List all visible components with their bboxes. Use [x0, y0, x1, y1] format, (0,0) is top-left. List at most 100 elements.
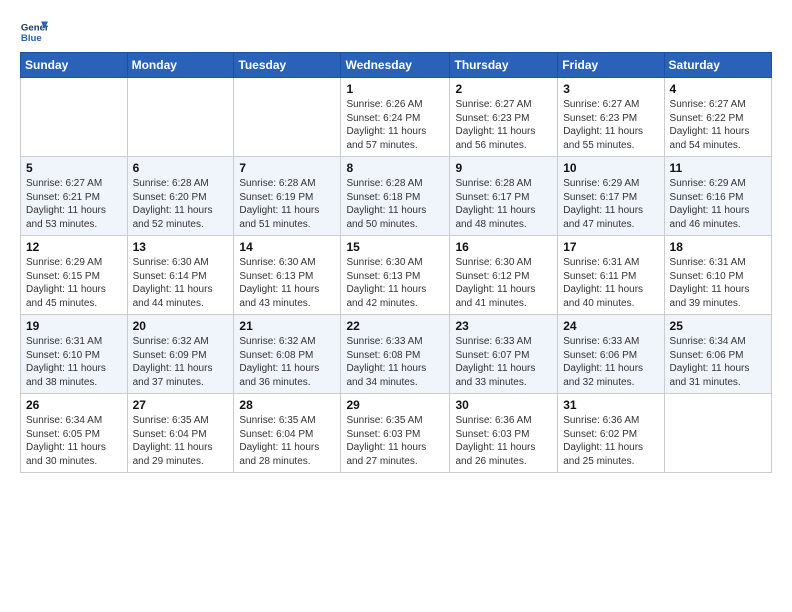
day-number: 10	[563, 161, 658, 175]
calendar-week-1: 1 Sunrise: 6:26 AM Sunset: 6:24 PM Daylig…	[21, 78, 772, 157]
day-number: 25	[670, 319, 766, 333]
day-number: 8	[346, 161, 444, 175]
calendar-cell: 7 Sunrise: 6:28 AM Sunset: 6:19 PM Daylig…	[234, 157, 341, 236]
calendar-cell: 11 Sunrise: 6:29 AM Sunset: 6:16 PM Dayli…	[664, 157, 771, 236]
calendar-cell: 30 Sunrise: 6:36 AM Sunset: 6:03 PM Dayli…	[450, 394, 558, 473]
day-number: 7	[239, 161, 335, 175]
day-number: 1	[346, 82, 444, 96]
calendar-cell: 6 Sunrise: 6:28 AM Sunset: 6:20 PM Daylig…	[127, 157, 234, 236]
page-container: General Blue SundayMondayTuesdayWednesda…	[0, 0, 792, 483]
day-info: Sunrise: 6:29 AM Sunset: 6:16 PM Dayligh…	[670, 177, 766, 231]
day-info: Sunrise: 6:27 AM Sunset: 6:23 PM Dayligh…	[563, 98, 658, 152]
calendar-week-2: 5 Sunrise: 6:27 AM Sunset: 6:21 PM Daylig…	[21, 157, 772, 236]
calendar-cell: 22 Sunrise: 6:33 AM Sunset: 6:08 PM Dayli…	[341, 315, 450, 394]
weekday-header-sunday: Sunday	[21, 53, 128, 78]
day-number: 11	[670, 161, 766, 175]
day-info: Sunrise: 6:33 AM Sunset: 6:07 PM Dayligh…	[455, 335, 552, 389]
calendar-cell	[664, 394, 771, 473]
calendar-cell: 24 Sunrise: 6:33 AM Sunset: 6:06 PM Dayli…	[558, 315, 664, 394]
calendar-cell: 18 Sunrise: 6:31 AM Sunset: 6:10 PM Dayli…	[664, 236, 771, 315]
day-number: 31	[563, 398, 658, 412]
weekday-header-thursday: Thursday	[450, 53, 558, 78]
logo: General Blue	[20, 18, 52, 46]
calendar-cell: 21 Sunrise: 6:32 AM Sunset: 6:08 PM Dayli…	[234, 315, 341, 394]
weekday-header-row: SundayMondayTuesdayWednesdayThursdayFrid…	[21, 53, 772, 78]
calendar-cell: 16 Sunrise: 6:30 AM Sunset: 6:12 PM Dayli…	[450, 236, 558, 315]
day-info: Sunrise: 6:32 AM Sunset: 6:08 PM Dayligh…	[239, 335, 335, 389]
day-number: 24	[563, 319, 658, 333]
calendar-cell: 8 Sunrise: 6:28 AM Sunset: 6:18 PM Daylig…	[341, 157, 450, 236]
day-info: Sunrise: 6:34 AM Sunset: 6:05 PM Dayligh…	[26, 414, 122, 468]
day-number: 22	[346, 319, 444, 333]
day-info: Sunrise: 6:28 AM Sunset: 6:18 PM Dayligh…	[346, 177, 444, 231]
day-info: Sunrise: 6:33 AM Sunset: 6:06 PM Dayligh…	[563, 335, 658, 389]
day-info: Sunrise: 6:35 AM Sunset: 6:04 PM Dayligh…	[239, 414, 335, 468]
calendar-cell	[234, 78, 341, 157]
day-info: Sunrise: 6:28 AM Sunset: 6:19 PM Dayligh…	[239, 177, 335, 231]
calendar-table: SundayMondayTuesdayWednesdayThursdayFrid…	[20, 52, 772, 473]
day-info: Sunrise: 6:31 AM Sunset: 6:10 PM Dayligh…	[670, 256, 766, 310]
day-number: 6	[133, 161, 229, 175]
day-info: Sunrise: 6:36 AM Sunset: 6:03 PM Dayligh…	[455, 414, 552, 468]
calendar-cell: 12Sunrise: 6:29 AM Sunset: 6:15 PM Dayli…	[21, 236, 128, 315]
day-number: 4	[670, 82, 766, 96]
day-info: Sunrise: 6:31 AM Sunset: 6:11 PM Dayligh…	[563, 256, 658, 310]
calendar-week-4: 19 Sunrise: 6:31 AM Sunset: 6:10 PM Dayli…	[21, 315, 772, 394]
weekday-header-saturday: Saturday	[664, 53, 771, 78]
day-number: 13	[133, 240, 229, 254]
day-info: Sunrise: 6:28 AM Sunset: 6:17 PM Dayligh…	[455, 177, 552, 231]
calendar-cell: 26Sunrise: 6:34 AM Sunset: 6:05 PM Dayli…	[21, 394, 128, 473]
day-number: 19	[26, 319, 122, 333]
calendar-body: 1 Sunrise: 6:26 AM Sunset: 6:24 PM Daylig…	[21, 78, 772, 473]
weekday-header-tuesday: Tuesday	[234, 53, 341, 78]
day-number: 27	[133, 398, 229, 412]
day-number: 23	[455, 319, 552, 333]
day-number: 20	[133, 319, 229, 333]
calendar-cell: 10 Sunrise: 6:29 AM Sunset: 6:17 PM Dayli…	[558, 157, 664, 236]
day-number: 5	[26, 161, 122, 175]
day-info: Sunrise: 6:30 AM Sunset: 6:13 PM Dayligh…	[239, 256, 335, 310]
day-number: 29	[346, 398, 444, 412]
day-number: 2	[455, 82, 552, 96]
day-number: 14	[239, 240, 335, 254]
calendar-week-3: 12Sunrise: 6:29 AM Sunset: 6:15 PM Dayli…	[21, 236, 772, 315]
calendar-cell: 29 Sunrise: 6:35 AM Sunset: 6:03 PM Dayli…	[341, 394, 450, 473]
calendar-cell	[21, 78, 128, 157]
day-number: 16	[455, 240, 552, 254]
calendar-cell: 31 Sunrise: 6:36 AM Sunset: 6:02 PM Dayli…	[558, 394, 664, 473]
calendar-cell: 14 Sunrise: 6:30 AM Sunset: 6:13 PM Dayli…	[234, 236, 341, 315]
calendar-cell: 9 Sunrise: 6:28 AM Sunset: 6:17 PM Daylig…	[450, 157, 558, 236]
calendar-cell: 25 Sunrise: 6:34 AM Sunset: 6:06 PM Dayli…	[664, 315, 771, 394]
day-info: Sunrise: 6:36 AM Sunset: 6:02 PM Dayligh…	[563, 414, 658, 468]
day-info: Sunrise: 6:34 AM Sunset: 6:06 PM Dayligh…	[670, 335, 766, 389]
day-info: Sunrise: 6:35 AM Sunset: 6:03 PM Dayligh…	[346, 414, 444, 468]
day-number: 9	[455, 161, 552, 175]
day-number: 18	[670, 240, 766, 254]
day-number: 30	[455, 398, 552, 412]
weekday-header-monday: Monday	[127, 53, 234, 78]
day-info: Sunrise: 6:35 AM Sunset: 6:04 PM Dayligh…	[133, 414, 229, 468]
calendar-cell: 17Sunrise: 6:31 AM Sunset: 6:11 PM Dayli…	[558, 236, 664, 315]
day-info: Sunrise: 6:33 AM Sunset: 6:08 PM Dayligh…	[346, 335, 444, 389]
calendar-cell: 3Sunrise: 6:27 AM Sunset: 6:23 PM Daylig…	[558, 78, 664, 157]
calendar-cell	[127, 78, 234, 157]
day-number: 21	[239, 319, 335, 333]
day-info: Sunrise: 6:31 AM Sunset: 6:10 PM Dayligh…	[26, 335, 122, 389]
day-info: Sunrise: 6:28 AM Sunset: 6:20 PM Dayligh…	[133, 177, 229, 231]
calendar-cell: 15Sunrise: 6:30 AM Sunset: 6:13 PM Dayli…	[341, 236, 450, 315]
day-info: Sunrise: 6:30 AM Sunset: 6:13 PM Dayligh…	[346, 256, 444, 310]
calendar-cell: 20Sunrise: 6:32 AM Sunset: 6:09 PM Dayli…	[127, 315, 234, 394]
calendar-cell: 5 Sunrise: 6:27 AM Sunset: 6:21 PM Daylig…	[21, 157, 128, 236]
weekday-header-wednesday: Wednesday	[341, 53, 450, 78]
day-info: Sunrise: 6:27 AM Sunset: 6:23 PM Dayligh…	[455, 98, 552, 152]
day-info: Sunrise: 6:30 AM Sunset: 6:12 PM Dayligh…	[455, 256, 552, 310]
calendar-cell: 2 Sunrise: 6:27 AM Sunset: 6:23 PM Daylig…	[450, 78, 558, 157]
logo-icon: General Blue	[20, 18, 48, 46]
calendar-week-5: 26Sunrise: 6:34 AM Sunset: 6:05 PM Dayli…	[21, 394, 772, 473]
day-info: Sunrise: 6:27 AM Sunset: 6:21 PM Dayligh…	[26, 177, 122, 231]
calendar-cell: 28 Sunrise: 6:35 AM Sunset: 6:04 PM Dayli…	[234, 394, 341, 473]
day-number: 28	[239, 398, 335, 412]
calendar-cell: 27 Sunrise: 6:35 AM Sunset: 6:04 PM Dayli…	[127, 394, 234, 473]
day-info: Sunrise: 6:26 AM Sunset: 6:24 PM Dayligh…	[346, 98, 444, 152]
day-info: Sunrise: 6:29 AM Sunset: 6:17 PM Dayligh…	[563, 177, 658, 231]
